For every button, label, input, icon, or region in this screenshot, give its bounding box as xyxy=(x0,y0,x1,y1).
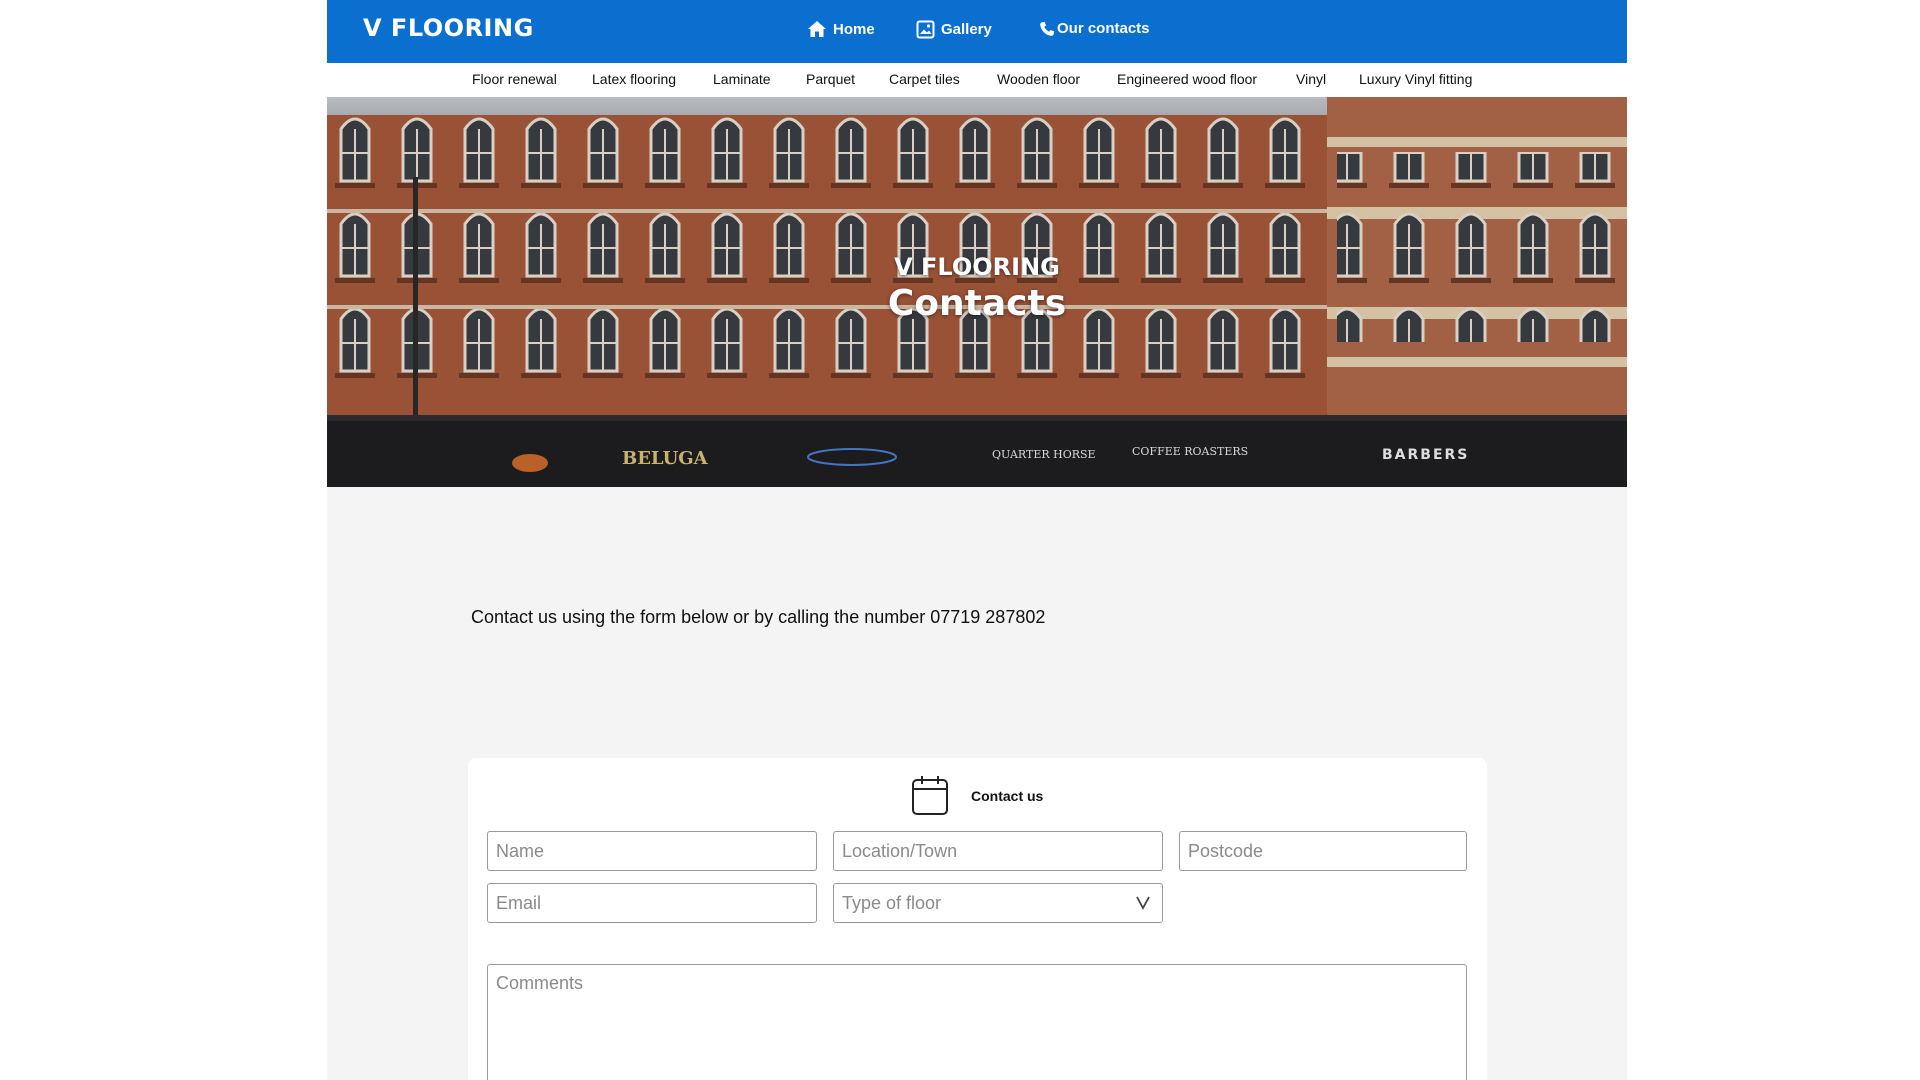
hero-brand: V FLOORING xyxy=(894,253,1060,281)
hero-banner: BELUGA QUARTER HORSE COFFEE ROASTERS BAR… xyxy=(327,97,1627,487)
subnav-laminate[interactable]: Laminate xyxy=(713,71,771,87)
location-town-field[interactable] xyxy=(833,831,1163,871)
contact-intro-text: Contact us using the form below or by ca… xyxy=(471,607,1046,627)
floor-type-placeholder: Type of floor xyxy=(842,893,942,913)
subnav-carpet-tiles[interactable]: Carpet tiles xyxy=(889,71,960,87)
nav-gallery-label: Gallery xyxy=(941,21,992,38)
nav-our-contacts-label: Our contacts xyxy=(1057,20,1150,37)
page: V FLOORING Home Gallery Our contacts Flo… xyxy=(327,0,1627,1080)
nav-home-label: Home xyxy=(833,20,875,38)
site-logo[interactable]: V FLOORING xyxy=(363,14,534,42)
subnav-engineered-wood-floor[interactable]: Engineered wood floor xyxy=(1117,71,1257,87)
name-field[interactable] xyxy=(487,831,817,871)
home-icon xyxy=(808,21,826,37)
subnav-luxury-vinyl-fitting[interactable]: Luxury Vinyl fitting xyxy=(1359,71,1472,87)
subnav-parquet[interactable]: Parquet xyxy=(806,71,855,87)
subnav-floor-renewal[interactable]: Floor renewal xyxy=(472,71,557,87)
calendar-icon xyxy=(912,776,948,815)
contact-form: Contact us Type of floor xyxy=(468,758,1487,1080)
page-title: Contacts xyxy=(887,283,1067,324)
floor-type-select[interactable]: Type of floor xyxy=(833,883,1163,923)
top-navigation-bar: V FLOORING Home Gallery Our contacts xyxy=(327,0,1627,63)
phone-icon xyxy=(1040,21,1054,36)
nav-our-contacts[interactable]: Our contacts xyxy=(1039,20,1150,37)
contact-form-title: Contact us xyxy=(971,788,1044,804)
subnav-vinyl[interactable]: Vinyl xyxy=(1296,71,1326,87)
category-navigation: Floor renewal Latex flooring Laminate Pa… xyxy=(327,63,1627,97)
chevron-down-icon xyxy=(1136,896,1150,910)
postcode-field[interactable] xyxy=(1179,831,1467,871)
nav-gallery[interactable]: Gallery xyxy=(916,20,992,39)
image-icon xyxy=(916,20,935,39)
contact-form-header: Contact us xyxy=(468,774,1487,818)
comments-field[interactable] xyxy=(487,964,1467,1080)
subnav-latex-flooring[interactable]: Latex flooring xyxy=(592,71,676,87)
email-field[interactable] xyxy=(487,883,817,923)
subnav-wooden-floor[interactable]: Wooden floor xyxy=(997,71,1080,87)
nav-home[interactable]: Home xyxy=(807,20,875,38)
